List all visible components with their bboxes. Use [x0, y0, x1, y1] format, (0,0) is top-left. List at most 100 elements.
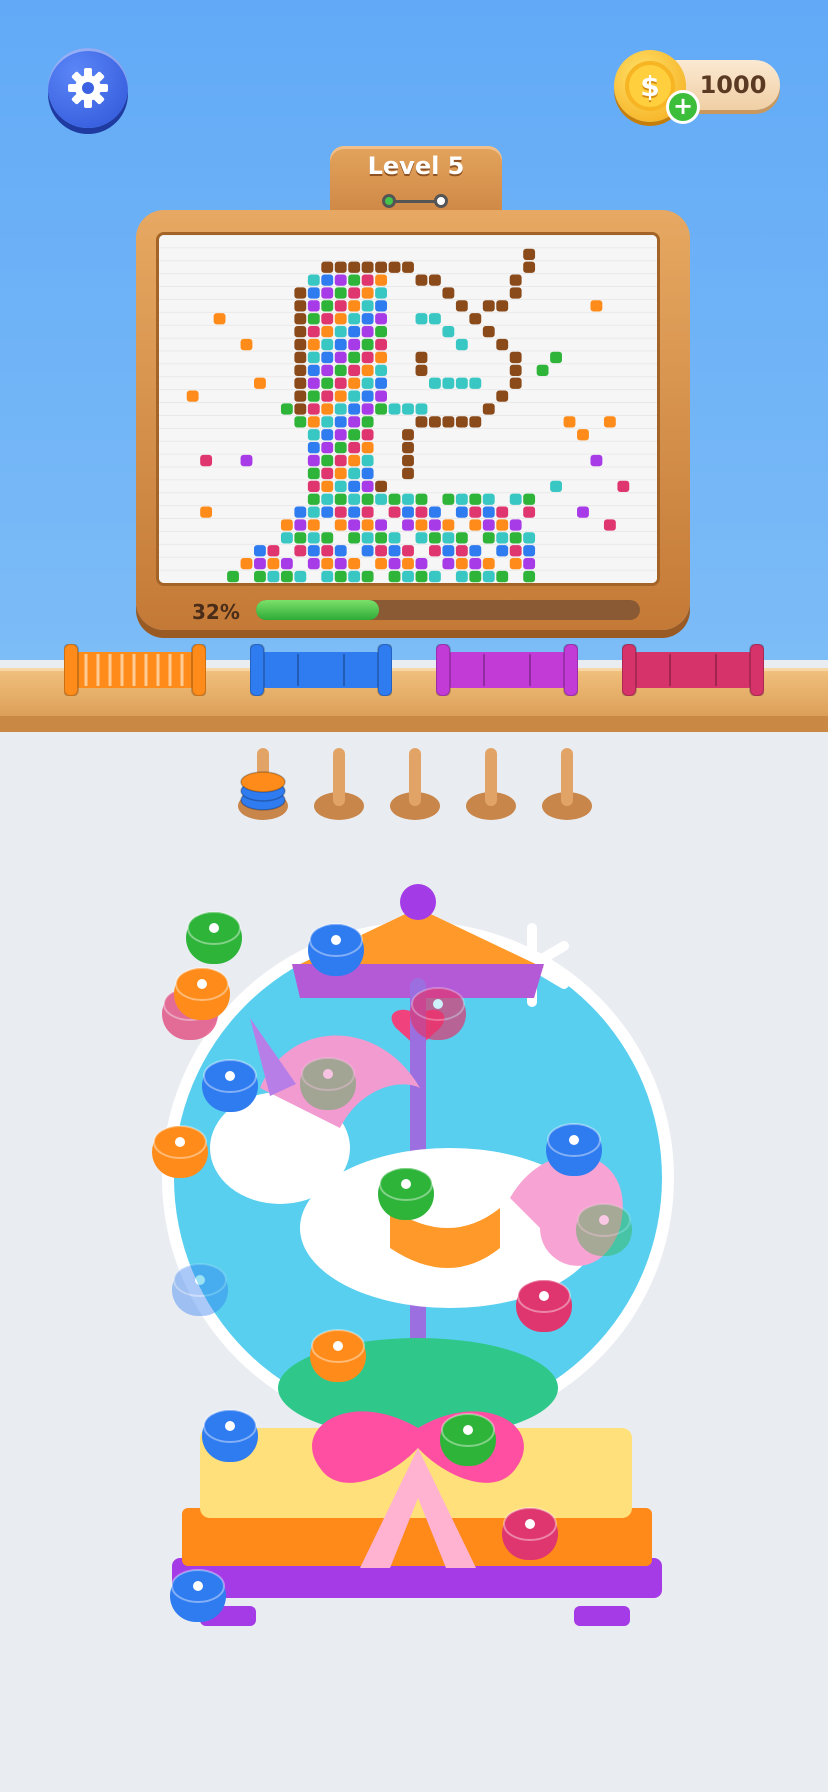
yarn-spool[interactable]	[202, 1059, 258, 1112]
knit-stitch	[361, 467, 374, 480]
knit-stitch	[375, 545, 388, 557]
knit-stitch	[294, 326, 307, 338]
knit-stitch	[307, 326, 320, 338]
yarn-spool[interactable]	[152, 1125, 208, 1178]
knit-stitch	[455, 338, 468, 351]
yarn-spool[interactable]	[576, 1203, 632, 1256]
yarn-spool[interactable]	[310, 1329, 366, 1382]
knit-stitch	[294, 532, 307, 544]
knit-stitch	[603, 416, 616, 428]
shelf-edge	[0, 716, 828, 732]
knit-stitch	[361, 274, 374, 286]
knit-stitch	[321, 442, 334, 454]
knit-stitch	[482, 326, 495, 338]
yarn-spool[interactable]	[172, 1263, 228, 1316]
knit-stitch	[375, 326, 388, 338]
knit-stitch	[321, 261, 334, 273]
knit-stitch	[375, 519, 388, 531]
peg-2[interactable]	[312, 744, 366, 824]
knit-stitch	[307, 493, 320, 505]
knit-stitch	[348, 326, 361, 338]
yarn-spool[interactable]	[300, 1057, 356, 1110]
knit-stitch	[348, 506, 361, 518]
gear-icon	[68, 68, 108, 108]
peg-1[interactable]	[236, 744, 290, 824]
yarn-spool[interactable]	[516, 1279, 572, 1332]
settings-button[interactable]	[48, 48, 128, 128]
pixel-unicorn-pattern	[159, 235, 657, 583]
knit-stitch	[280, 570, 293, 583]
knit-stitch	[348, 519, 361, 531]
knit-stitch	[428, 416, 441, 428]
knit-stitch	[509, 493, 522, 505]
knit-stitch	[415, 532, 428, 544]
knit-stitch	[294, 506, 307, 518]
knit-stitch	[428, 519, 441, 531]
knit-stitch	[334, 326, 347, 338]
yarn-spool[interactable]	[410, 987, 466, 1040]
knit-stitch	[509, 545, 522, 557]
knit-stitch	[334, 287, 347, 299]
knit-stitch	[307, 313, 320, 325]
knit-stitch	[361, 313, 374, 325]
peg-5[interactable]	[540, 744, 594, 824]
knit-stitch	[415, 493, 428, 505]
yarn-spool[interactable]	[440, 1413, 496, 1466]
yarn-spool[interactable]	[502, 1507, 558, 1560]
spool-pink[interactable]	[621, 643, 765, 697]
knit-stitch	[482, 506, 495, 518]
knit-stitch	[469, 377, 482, 389]
knit-stitch	[402, 454, 414, 467]
yarn-spool[interactable]	[170, 1569, 226, 1622]
spool-purple[interactable]	[435, 643, 579, 697]
knit-stitch	[348, 493, 361, 505]
knit-canvas	[156, 232, 660, 586]
knit-stitch	[321, 416, 334, 428]
knit-stitch	[375, 390, 388, 402]
knit-stitch	[348, 416, 361, 428]
knit-stitch	[388, 558, 401, 570]
yarn-spool[interactable]	[186, 911, 242, 964]
knit-stitch	[523, 261, 536, 273]
knit-stitch	[469, 313, 482, 325]
knit-stitch	[334, 442, 347, 454]
yarn-spool[interactable]	[308, 923, 364, 976]
yarn-spool[interactable]	[202, 1409, 258, 1462]
knit-stitch	[361, 351, 374, 364]
yarn-spool[interactable]	[174, 967, 230, 1020]
knit-stitch	[280, 403, 293, 415]
knit-stitch	[348, 429, 361, 441]
spool-blue[interactable]	[249, 643, 393, 697]
knit-stitch	[240, 454, 253, 467]
add-coins-button[interactable]: +	[666, 90, 700, 124]
knit-stitch	[509, 287, 522, 299]
knit-stitch	[334, 454, 347, 467]
knit-stitch	[402, 545, 414, 557]
knit-stitch	[334, 493, 347, 505]
level-step-done	[382, 194, 396, 208]
peg-4[interactable]	[464, 744, 518, 824]
yarn-spool[interactable]	[378, 1167, 434, 1220]
knit-stitch	[509, 364, 522, 376]
knit-stitch	[294, 351, 307, 364]
knit-stitch	[307, 454, 320, 467]
knit-stitch	[348, 338, 361, 351]
yarn-spool[interactable]	[546, 1123, 602, 1176]
knit-stitch	[428, 506, 441, 518]
spool-orange[interactable]	[63, 643, 207, 697]
knit-stitch	[294, 300, 307, 312]
knit-stitch	[361, 416, 374, 428]
knit-stitch	[361, 480, 374, 492]
knit-stitch	[509, 377, 522, 389]
knit-stitch	[563, 416, 576, 428]
knit-stitch	[402, 429, 414, 441]
knit-stitch	[361, 532, 374, 544]
level-badge: Level 5	[330, 146, 502, 220]
knit-stitch	[307, 300, 320, 312]
knit-stitch	[442, 532, 455, 544]
knit-stitch	[321, 274, 334, 286]
peg-3[interactable]	[388, 744, 442, 824]
knit-stitch	[307, 429, 320, 441]
knit-stitch	[455, 558, 468, 570]
knit-stitch	[334, 519, 347, 531]
